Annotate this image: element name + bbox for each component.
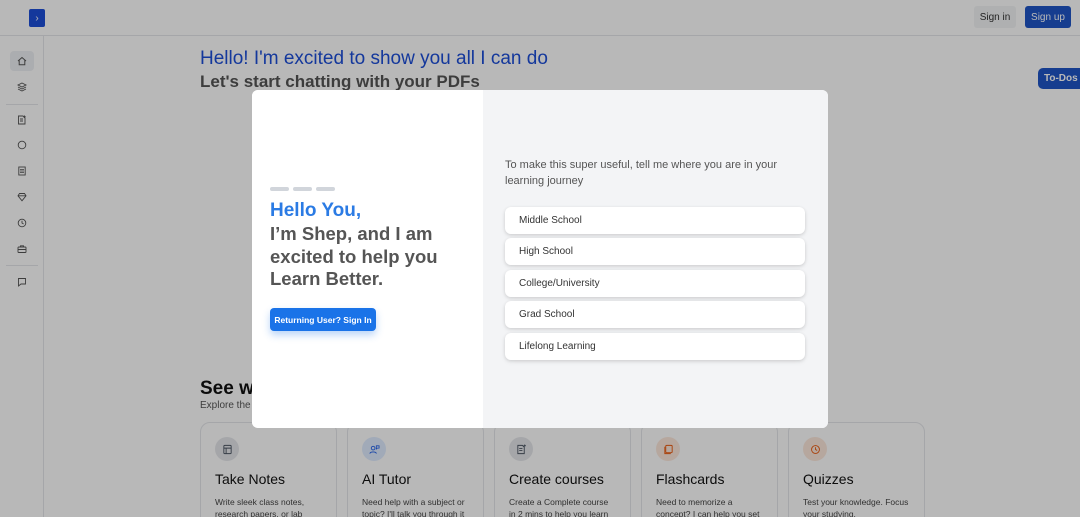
option-grad-school[interactable]: Grad School [505, 301, 805, 328]
modal-greeting: Hello You, [270, 200, 362, 221]
option-high-school[interactable]: High School [505, 238, 805, 265]
option-middle-school[interactable]: Middle School [505, 207, 805, 234]
journey-question: To make this super useful, tell me where… [505, 159, 778, 187]
modal-intro-panel: Hello You, I’m Shep, and I am excited to… [252, 90, 483, 428]
step-dot [270, 187, 289, 191]
step-dot [316, 187, 335, 191]
step-indicator [270, 187, 335, 191]
onboarding-modal: Hello You, I’m Shep, and I am excited to… [252, 90, 828, 428]
option-college-university[interactable]: College/University [505, 270, 805, 297]
returning-user-sign-in-button[interactable]: Returning User? Sign In [270, 308, 376, 331]
option-lifelong-learning[interactable]: Lifelong Learning [505, 333, 805, 360]
step-dot [293, 187, 312, 191]
modal-question-panel: To make this super useful, tell me where… [483, 90, 828, 428]
modal-intro-text: I’m Shep, and I am excited to help you L… [270, 223, 438, 289]
